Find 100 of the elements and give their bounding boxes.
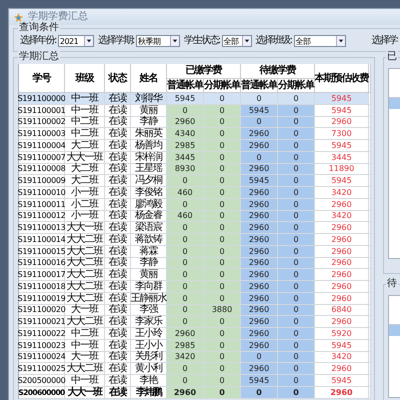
- table-cell: 在读: [105, 269, 131, 281]
- table-cell: 5945: [241, 375, 278, 387]
- table-cell: 0: [278, 222, 315, 234]
- table-cell: 0: [204, 328, 241, 340]
- table-cell: 2960: [241, 258, 278, 270]
- table-cell: 2960: [241, 164, 278, 176]
- table-cell: 0: [278, 304, 315, 316]
- table-cell: 0: [278, 116, 315, 128]
- table-cell: 5945: [241, 175, 278, 187]
- column-header[interactable]: 普通帐单: [241, 78, 278, 93]
- column-header[interactable]: 本期预估收费: [315, 64, 369, 93]
- table-cell: S191100001: [19, 104, 65, 116]
- table-cell: 在读: [105, 375, 131, 387]
- table-cell: 2960: [167, 116, 204, 128]
- table-cell: 0: [167, 104, 204, 116]
- table-cell: 0: [241, 152, 278, 164]
- table-cell: 0: [278, 104, 315, 116]
- table-cell: 大大一班: [65, 152, 105, 164]
- table-cell: S191100013: [19, 222, 65, 234]
- table-cell: S200500000: [19, 375, 65, 387]
- column-header[interactable]: 班级: [65, 64, 105, 93]
- group-title: 查询条件: [18, 22, 60, 34]
- table-cell: 大一班: [65, 352, 105, 364]
- filter-label: 选择学期:: [98, 35, 134, 47]
- column-header[interactable]: 普通帐单: [167, 78, 204, 93]
- table-cell: S191100010: [19, 187, 65, 199]
- filter-dropdown[interactable]: 2021: [58, 35, 94, 47]
- table-cell: 0: [204, 363, 241, 375]
- table-cell: 0: [204, 340, 241, 352]
- table-cell: 2960: [167, 328, 204, 340]
- table-cell: 2985: [167, 340, 204, 352]
- table-cell: S191100003: [19, 128, 65, 140]
- table-cell: 0: [204, 386, 241, 398]
- filter-label: 学生状态:: [184, 35, 220, 47]
- filter-dropdown[interactable]: 全部: [222, 35, 252, 47]
- table-cell: 2960: [241, 340, 278, 352]
- column-group-header: 已缴学费: [167, 64, 241, 78]
- table-cell: 460: [167, 187, 204, 199]
- filter-label: 选择年份:: [20, 35, 56, 47]
- caret-icon: [242, 36, 251, 46]
- table-cell: S191100002: [19, 116, 65, 128]
- table-cell: 中一班: [65, 340, 105, 352]
- table-cell: 大二班: [65, 164, 105, 176]
- column-header[interactable]: 状态: [105, 64, 131, 93]
- app-icon: [13, 12, 24, 22]
- table-cell: S191100008: [19, 164, 65, 176]
- table-cell: 0: [278, 281, 315, 293]
- table-cell: 大大二班: [65, 258, 105, 270]
- table-cell: 在读: [105, 258, 131, 270]
- table-cell: 在读: [105, 352, 131, 364]
- table-cell: S191100014: [19, 234, 65, 246]
- table-cell: 在读: [105, 164, 131, 176]
- table-cell: 0: [167, 175, 204, 187]
- column-header[interactable]: 学号: [19, 64, 65, 93]
- table-cell: 在读: [105, 128, 131, 140]
- table-cell: 0: [167, 234, 204, 246]
- table-cell: 2960: [241, 316, 278, 328]
- table-cell: S191100004: [19, 140, 65, 152]
- filter-label: 选择学: [372, 35, 397, 47]
- table-cell: 大二班: [65, 140, 105, 152]
- table-cell: 5945: [315, 93, 369, 105]
- table-cell: S191100015: [19, 246, 65, 258]
- table-cell: S191100016: [19, 258, 65, 270]
- filter-dropdown[interactable]: 秋季期: [136, 35, 180, 47]
- table-cell: 2960: [241, 140, 278, 152]
- table-cell: S191100025: [19, 363, 65, 375]
- window-title: 学期学费汇总: [28, 11, 88, 22]
- table-cell: 在读: [105, 234, 131, 246]
- table-cell: 2960: [241, 222, 278, 234]
- table-cell: 中一班: [65, 104, 105, 116]
- table-cell: 中二班: [65, 328, 105, 340]
- table-cell: 大大二班: [65, 316, 105, 328]
- table-cell: 0: [204, 375, 241, 387]
- table-cell: 中二班: [65, 128, 105, 140]
- column-header[interactable]: 分期帐单: [204, 78, 241, 93]
- table-cell: 在读: [105, 363, 131, 375]
- table-cell: 0: [204, 222, 241, 234]
- table-cell: 大大二班: [65, 281, 105, 293]
- table-cell: 0: [167, 363, 204, 375]
- table-cell: 0: [204, 246, 241, 258]
- table-cell: 0: [278, 375, 315, 387]
- table-cell: 5945: [167, 93, 204, 105]
- table-cell: 0: [278, 234, 315, 246]
- column-header[interactable]: 姓名: [131, 64, 167, 93]
- column-header[interactable]: 分期帐单: [278, 78, 315, 93]
- table-cell: 0: [278, 363, 315, 375]
- table-cell: 2960: [241, 234, 278, 246]
- table-cell: S191100020: [19, 304, 65, 316]
- table-cell: 大大二班: [65, 292, 105, 304]
- table-cell: 小一班: [65, 210, 105, 222]
- table-cell: 0: [204, 316, 241, 328]
- filter-dropdown[interactable]: 全部: [294, 35, 346, 47]
- table-cell: 0: [278, 316, 315, 328]
- column-group-header: 待缴学费: [241, 64, 315, 78]
- table-cell: 0: [204, 104, 241, 116]
- table-cell: 在读: [105, 316, 131, 328]
- table-cell: 0: [278, 128, 315, 140]
- table-cell: 0: [204, 93, 241, 105]
- table-cell: 在读: [105, 386, 131, 398]
- table-cell: 0: [204, 175, 241, 187]
